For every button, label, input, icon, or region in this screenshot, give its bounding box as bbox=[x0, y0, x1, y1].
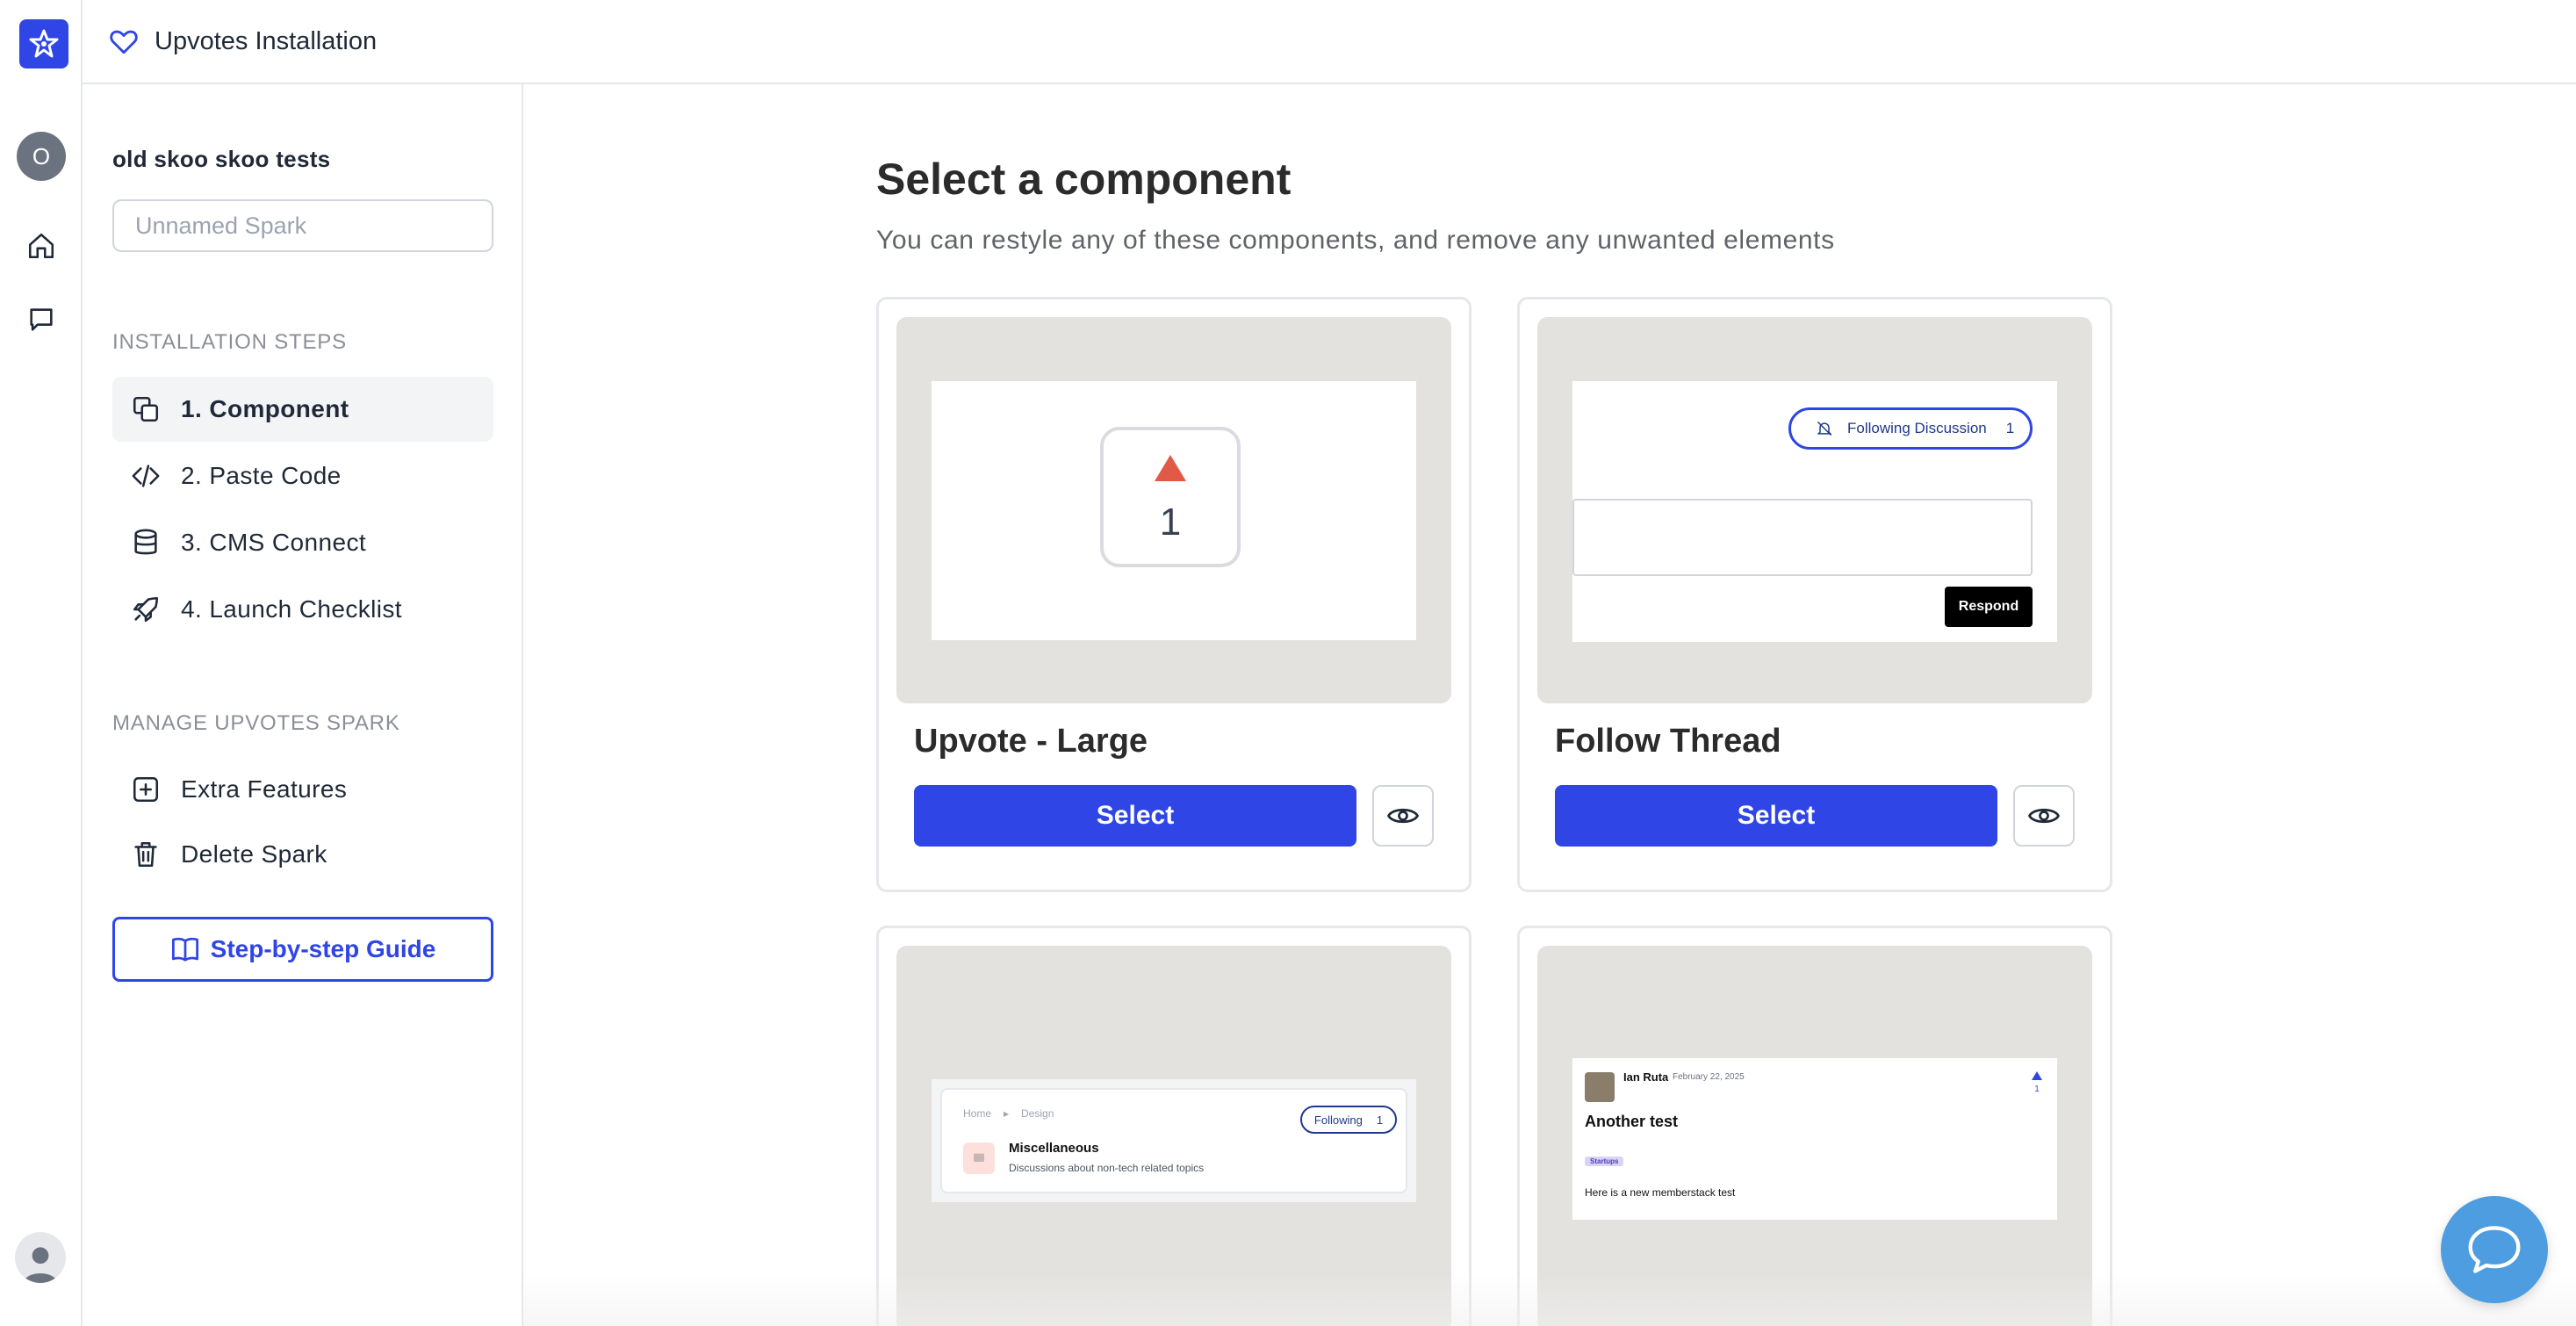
component-card-upvote-large: 1 Upvote - Large Select bbox=[876, 297, 1471, 892]
select-follow-thread-button[interactable]: Select bbox=[1555, 785, 1997, 847]
project-name: old skoo skoo tests bbox=[112, 146, 331, 172]
select-upvote-large-button[interactable]: Select bbox=[914, 785, 1356, 847]
step-by-step-guide-button[interactable]: Step-by-step Guide bbox=[112, 917, 493, 982]
star-logo-icon bbox=[29, 29, 59, 58]
main-heading: Select a component bbox=[876, 155, 1292, 204]
code-icon bbox=[130, 460, 162, 492]
topic-card: Home ▸ Design Following 1 Miscellaneous … bbox=[940, 1088, 1407, 1193]
post-vote-count: 1 bbox=[2034, 1085, 2040, 1094]
guide-button-label: Step-by-step Guide bbox=[210, 935, 436, 962]
follow-thread-preview: Following Discussion 1 Respond bbox=[1537, 317, 2092, 703]
response-textarea bbox=[1572, 499, 2033, 576]
following-label: Following bbox=[1313, 1113, 1363, 1127]
chat-bubble-icon bbox=[2468, 1226, 2521, 1273]
step-cms-connect[interactable]: 3. CMS Connect bbox=[112, 510, 493, 575]
breadcrumb-design: Design bbox=[1021, 1107, 1054, 1120]
following-discussion-label: Following Discussion bbox=[1847, 420, 1987, 436]
topic-follow-canvas: Home ▸ Design Following 1 Miscellaneous … bbox=[932, 1079, 1416, 1202]
chat-button[interactable] bbox=[24, 302, 59, 337]
step-component[interactable]: 1. Component bbox=[112, 377, 493, 442]
trash-icon bbox=[130, 839, 162, 870]
preview-upvote-large-button[interactable] bbox=[1372, 785, 1434, 847]
post-vote: 1 bbox=[2029, 1069, 2045, 1094]
user-icon bbox=[24, 1247, 57, 1283]
breadcrumb-separator-icon: ▸ bbox=[1004, 1107, 1010, 1120]
step-paste-code[interactable]: 2. Paste Code bbox=[112, 443, 493, 508]
workspace-avatar[interactable]: O bbox=[17, 132, 66, 181]
upvote-count: 1 bbox=[1159, 501, 1182, 544]
heart-icon bbox=[110, 30, 138, 54]
card-title: Upvote - Large bbox=[914, 723, 1148, 760]
follow-thread-canvas: Following Discussion 1 Respond bbox=[1572, 381, 2057, 642]
topic-description: Discussions about non-tech related topic… bbox=[1009, 1162, 1205, 1174]
author-avatar bbox=[1585, 1072, 1615, 1102]
main-subheading: You can restyle any of these components,… bbox=[876, 226, 1835, 255]
spark-name-input[interactable] bbox=[112, 199, 493, 252]
app-logo[interactable] bbox=[19, 19, 68, 68]
support-chat-button[interactable] bbox=[2441, 1196, 2548, 1303]
step-component-label: 1. Component bbox=[181, 395, 349, 422]
book-icon bbox=[171, 937, 198, 962]
step-paste-code-label: 2. Paste Code bbox=[181, 462, 342, 489]
post-author: Ian Ruta bbox=[1623, 1070, 1669, 1084]
plus-square-icon bbox=[130, 774, 162, 805]
copy-icon bbox=[130, 393, 162, 425]
upvote-preview-canvas: 1 bbox=[932, 381, 1416, 640]
eye-icon bbox=[1387, 808, 1419, 824]
step-launch-checklist-label: 4. Launch Checklist bbox=[181, 595, 402, 623]
top-bar: Upvotes Installation bbox=[83, 0, 2576, 84]
extra-features-label: Extra Features bbox=[181, 775, 348, 803]
post-tag: Startups bbox=[1585, 1157, 1624, 1166]
component-card-follow-thread: Following Discussion 1 Respond Follow Th… bbox=[1517, 297, 2112, 892]
chat-icon bbox=[30, 308, 53, 331]
following-count: 1 bbox=[1376, 1113, 1384, 1127]
topic-icon bbox=[963, 1142, 995, 1174]
installation-steps-heading: INSTALLATION STEPS bbox=[112, 330, 347, 354]
following-discussion-count: 1 bbox=[2005, 420, 2015, 436]
sidebar: old skoo skoo tests INSTALLATION STEPS 1… bbox=[83, 84, 523, 1326]
delete-spark-item[interactable]: Delete Spark bbox=[112, 822, 493, 887]
component-card-post: Ian Ruta February 22, 2025 1 Another tes… bbox=[1517, 926, 2112, 1326]
post-preview: Ian Ruta February 22, 2025 1 Another tes… bbox=[1537, 946, 2092, 1326]
left-rail: O bbox=[0, 0, 83, 1326]
topic-follow-preview: Home ▸ Design Following 1 Miscellaneous … bbox=[896, 946, 1451, 1326]
manage-heading: MANAGE UPVOTES SPARK bbox=[112, 711, 400, 735]
component-card-topic-follow: Home ▸ Design Following 1 Miscellaneous … bbox=[876, 926, 1471, 1326]
user-avatar[interactable] bbox=[15, 1232, 66, 1283]
post-canvas: Ian Ruta February 22, 2025 1 Another tes… bbox=[1572, 1058, 2057, 1220]
post-body: Here is a new memberstack test bbox=[1585, 1186, 1736, 1199]
upvote-preview: 1 bbox=[896, 317, 1451, 703]
breadcrumb-home: Home bbox=[963, 1107, 992, 1120]
following-pill: Following 1 bbox=[1300, 1106, 1397, 1134]
home-icon bbox=[28, 233, 54, 259]
rocket-icon bbox=[130, 594, 162, 625]
vote-arrow-icon bbox=[2032, 1071, 2042, 1080]
extra-features-item[interactable]: Extra Features bbox=[112, 757, 493, 822]
delete-spark-label: Delete Spark bbox=[181, 840, 327, 868]
topic-title: Miscellaneous bbox=[1009, 1141, 1099, 1156]
bell-off-icon bbox=[1817, 421, 1832, 436]
preview-follow-thread-button[interactable] bbox=[2013, 785, 2075, 847]
step-launch-checklist[interactable]: 4. Launch Checklist bbox=[112, 577, 493, 642]
upvote-widget: 1 bbox=[1100, 427, 1241, 567]
eye-icon bbox=[2028, 808, 2060, 824]
post-title: Another test bbox=[1585, 1113, 1679, 1130]
respond-button-preview: Respond bbox=[1945, 587, 2033, 627]
upvote-arrow-icon bbox=[1155, 455, 1186, 481]
card-title: Follow Thread bbox=[1555, 723, 1781, 760]
following-discussion-pill: Following Discussion 1 bbox=[1788, 407, 2033, 450]
page-title: Upvotes Installation bbox=[155, 26, 378, 55]
topic-breadcrumb: Home ▸ Design bbox=[963, 1107, 1054, 1120]
post-date: February 22, 2025 bbox=[1673, 1072, 1745, 1082]
database-icon bbox=[130, 527, 162, 559]
home-button[interactable] bbox=[24, 228, 59, 263]
step-cms-connect-label: 3. CMS Connect bbox=[181, 529, 367, 556]
